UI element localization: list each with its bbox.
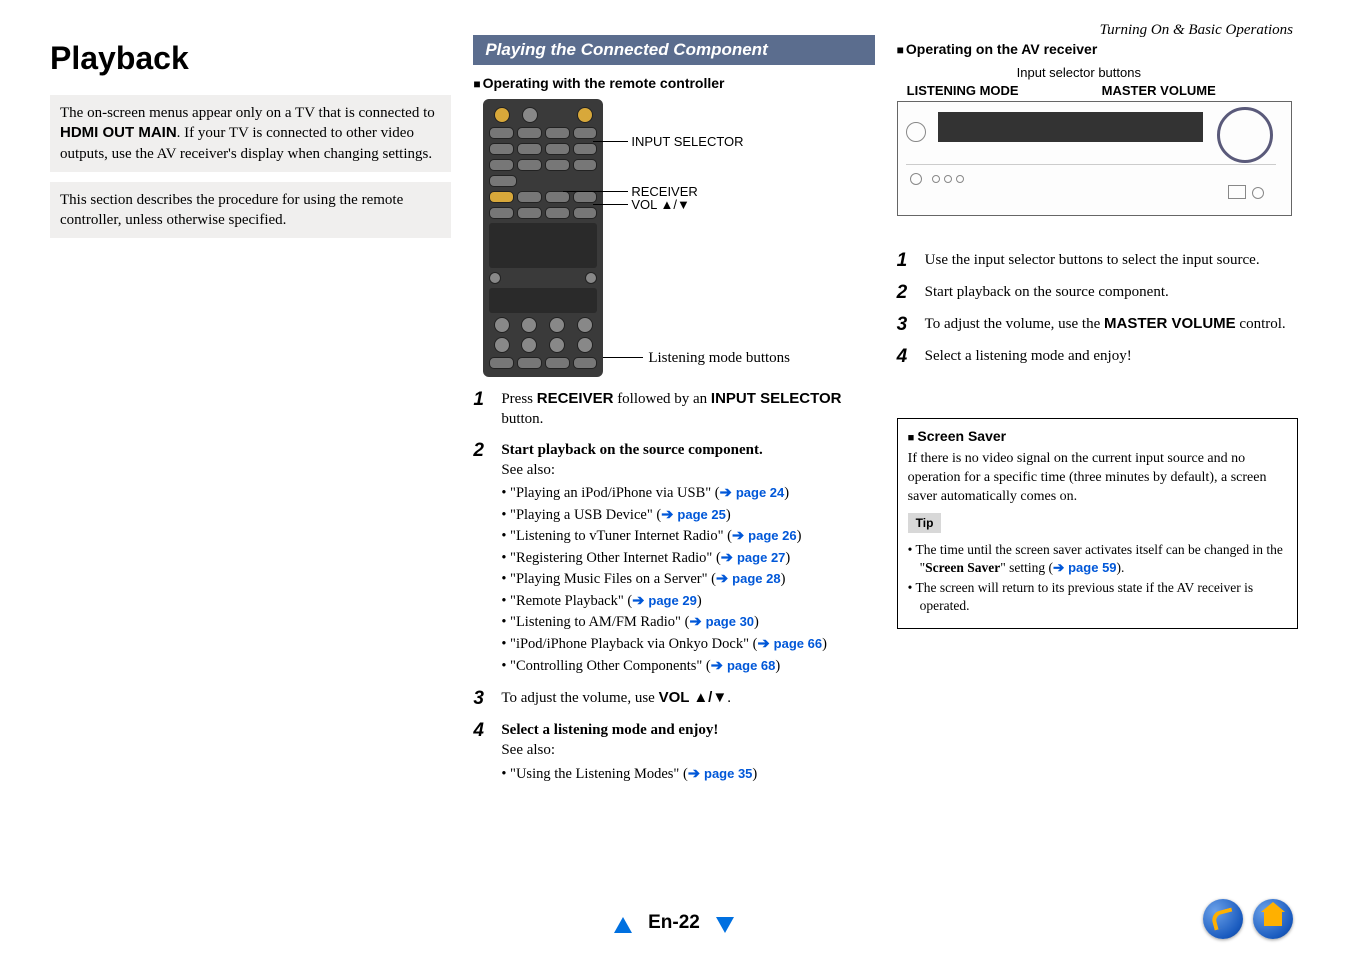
prev-page-icon[interactable] — [614, 917, 632, 933]
back-arrow-icon — [1210, 907, 1236, 930]
page-number: En-22 — [648, 912, 700, 933]
step-3: 3 To adjust the volume, use VOL ▲/▼. — [473, 688, 874, 710]
list-item: "Listening to vTuner Internet Radio" (➔ … — [501, 527, 874, 547]
tip-1: The time until the screen saver activate… — [908, 541, 1287, 577]
page-footer: En-22 — [0, 912, 1348, 934]
receiver-diagram: Input selector buttons LISTENING MODE MA… — [897, 65, 1298, 230]
page-link[interactable]: page 27 — [737, 550, 785, 565]
tip-2: The screen will return to its previous s… — [908, 579, 1287, 615]
step-4: 4 Select a listening mode and enjoy! See… — [473, 720, 874, 786]
page-link[interactable]: page 29 — [648, 593, 696, 608]
step-2: 2 Start playback on the source component… — [473, 440, 874, 679]
label-vol: VOL ▲/▼ — [631, 197, 690, 212]
subhead-remote: ■Operating with the remote controller — [473, 75, 874, 91]
list-item: "Controlling Other Components" (➔ page 6… — [501, 657, 874, 677]
note-hdmi: The on-screen menus appear only on a TV … — [50, 95, 451, 172]
page-link[interactable]: page 30 — [706, 614, 754, 629]
remote-diagram: INPUT SELECTOR RECEIVER VOL ▲/▼ Listenin… — [473, 99, 874, 389]
column-right: ■Operating on the AV receiver Input sele… — [897, 35, 1298, 796]
column-left: Playback The on-screen menus appear only… — [50, 35, 451, 796]
home-button[interactable] — [1253, 899, 1293, 939]
nav-buttons — [1203, 899, 1293, 939]
list-item: "iPod/iPhone Playback via Onkyo Dock" (➔… — [501, 635, 874, 655]
list-item: "Playing an iPod/iPhone via USB" (➔ page… — [501, 484, 874, 504]
list-item: "Remote Playback" (➔ page 29) — [501, 592, 874, 612]
list-item: "Listening to AM/FM Radio" (➔ page 30) — [501, 613, 874, 633]
note-remote: This section describes the procedure for… — [50, 182, 451, 239]
list-item: "Using the Listening Modes" (➔ page 35) — [501, 765, 874, 785]
label-input-selector: INPUT SELECTOR — [631, 134, 743, 149]
receiver-front-panel — [897, 101, 1292, 216]
back-button[interactable] — [1203, 899, 1243, 939]
page-link[interactable]: page 25 — [677, 507, 725, 522]
label-input-selector-buttons: Input selector buttons — [1017, 65, 1141, 80]
step-1: 1 Press RECEIVER followed by an INPUT SE… — [473, 389, 874, 430]
next-page-icon[interactable] — [716, 917, 734, 933]
see-also-list-2: "Playing an iPod/iPhone via USB" (➔ page… — [501, 484, 874, 676]
page-link[interactable]: page 24 — [736, 485, 784, 500]
home-icon — [1264, 912, 1282, 926]
screen-saver-heading: ■ Screen Saver — [908, 427, 1287, 446]
page-link[interactable]: page 68 — [727, 658, 775, 673]
page-link[interactable]: page 28 — [732, 571, 780, 586]
header-section-title: Turning On & Basic Operations — [1100, 22, 1293, 39]
step-av-3: 3 To adjust the volume, use the MASTER V… — [897, 314, 1298, 336]
remote-controller-image — [483, 99, 603, 377]
page-link[interactable]: page 26 — [748, 528, 796, 543]
screen-saver-box: ■ Screen Saver If there is no video sign… — [897, 418, 1298, 629]
list-item: "Registering Other Internet Radio" (➔ pa… — [501, 549, 874, 569]
step-av-1: 1 Use the input selector buttons to sele… — [897, 250, 1298, 272]
steps-remote: 1 Press RECEIVER followed by an INPUT SE… — [473, 389, 874, 786]
tip-label: Tip — [908, 513, 942, 533]
page-title: Playback — [50, 40, 451, 77]
screen-saver-body: If there is no video signal on the curre… — [908, 450, 1287, 507]
column-center: Playing the Connected Component ■Operati… — [473, 35, 874, 796]
link-page-59[interactable]: page 59 — [1068, 560, 1116, 575]
label-master-volume: MASTER VOLUME — [1102, 83, 1216, 98]
label-listening-mode: Listening mode buttons — [648, 350, 790, 367]
list-item: "Playing Music Files on a Server" (➔ pag… — [501, 570, 874, 590]
label-listening-mode-front: LISTENING MODE — [907, 83, 1019, 98]
page-link[interactable]: page 66 — [774, 636, 822, 651]
page-link[interactable]: page 35 — [704, 766, 752, 781]
tip-list: The time until the screen saver activate… — [908, 541, 1287, 616]
see-also-list-4: "Using the Listening Modes" (➔ page 35) — [501, 765, 874, 785]
section-heading: Playing the Connected Component — [473, 35, 874, 65]
step-av-2: 2 Start playback on the source component… — [897, 282, 1298, 304]
subhead-av: ■Operating on the AV receiver — [897, 41, 1298, 57]
list-item: "Playing a USB Device" (➔ page 25) — [501, 506, 874, 526]
step-av-4: 4 Select a listening mode and enjoy! — [897, 346, 1298, 368]
steps-av: 1 Use the input selector buttons to sele… — [897, 250, 1298, 368]
